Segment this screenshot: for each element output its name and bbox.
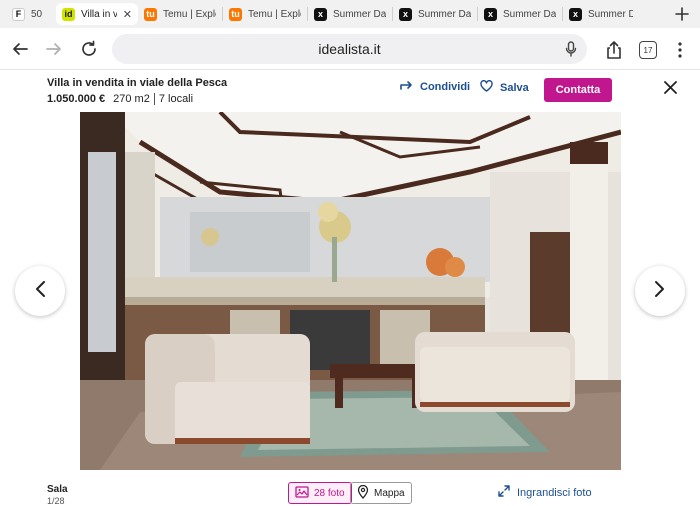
tab-favicon: tu	[144, 7, 157, 21]
tab-label: Summer Day	[333, 8, 386, 20]
photo-caption: Sala	[47, 484, 68, 495]
close-icon[interactable]: ✕	[123, 8, 132, 21]
map-button[interactable]: Mappa	[350, 482, 412, 504]
share-label: Condividi	[420, 80, 471, 93]
tab-label: Temu | Explo	[248, 8, 301, 20]
tab-favicon: x	[569, 7, 582, 21]
tab-favicon: F	[12, 7, 25, 21]
tab-favicon: id	[62, 7, 75, 21]
tab-favicon: x	[484, 7, 497, 21]
browser-toolbar: idealista.it 17	[0, 28, 700, 70]
microphone-icon[interactable]	[565, 41, 577, 60]
living-room-photo	[80, 112, 621, 470]
tab-label: Temu | Explo	[163, 8, 216, 20]
next-photo-button[interactable]	[635, 266, 685, 316]
listing-rooms: 7 locali	[158, 93, 194, 105]
photo-counter: 1/28	[47, 496, 65, 506]
address-bar[interactable]: idealista.it	[112, 34, 587, 64]
contact-button[interactable]: Contatta	[544, 78, 612, 102]
listing-title: Villa in vendita in viale della Pesca	[47, 77, 228, 89]
enlarge-photo-button[interactable]: Ingrandisci foto	[498, 485, 592, 500]
save-button[interactable]: Salva	[480, 80, 529, 95]
browser-tab[interactable]: x Summer Day	[308, 3, 392, 25]
tab-favicon: x	[314, 7, 327, 21]
forward-arrow-icon[interactable]	[38, 33, 70, 65]
browser-tab-active[interactable]: id Villa in v ✕	[56, 3, 138, 25]
image-icon	[295, 485, 309, 501]
meta-divider	[153, 93, 155, 105]
previous-photo-button[interactable]	[15, 266, 65, 316]
browser-tab[interactable]: tu Temu | Explo	[223, 3, 307, 25]
listing-photo[interactable]	[80, 112, 621, 470]
tab-label: 50	[31, 8, 43, 20]
browser-tab[interactable]: x Summer Day	[478, 3, 562, 25]
chevron-right-icon	[654, 280, 666, 303]
browser-tab[interactable]: x Summer Day	[563, 3, 639, 25]
tab-favicon: x	[399, 7, 412, 21]
url-text: idealista.it	[318, 41, 381, 57]
tab-label: Summer Day	[418, 8, 471, 20]
photos-label: 28 foto	[314, 487, 345, 499]
close-icon[interactable]	[664, 81, 677, 99]
map-label: Mappa	[374, 487, 405, 499]
tab-count: 17	[639, 41, 657, 59]
chevron-left-icon	[34, 280, 46, 303]
share-icon[interactable]	[598, 34, 630, 66]
listing-area: 270 m2	[113, 93, 150, 105]
back-arrow-icon[interactable]	[4, 33, 36, 65]
more-menu-icon[interactable]	[664, 34, 696, 66]
heart-icon	[480, 80, 493, 95]
tab-label: Summer Day	[503, 8, 556, 20]
tab-label: Summer Day	[588, 8, 633, 20]
tab-favicon: tu	[229, 7, 242, 21]
browser-tab-bar: F 50 id Villa in v ✕ tu Temu | Explo tu …	[0, 0, 700, 28]
enlarge-label: Ingrandisci foto	[517, 486, 592, 499]
reload-icon[interactable]	[73, 33, 105, 65]
plus-icon[interactable]	[670, 3, 694, 25]
expand-icon	[498, 485, 510, 500]
map-pin-icon	[357, 484, 369, 502]
listing-price: 1.050.000 €	[47, 93, 106, 105]
save-label: Salva	[500, 81, 529, 94]
browser-tab[interactable]: x Summer Day	[393, 3, 477, 25]
browser-tab[interactable]: F 50	[6, 3, 56, 25]
tab-overview-button[interactable]: 17	[632, 34, 664, 66]
share-button[interactable]: Condividi	[400, 80, 470, 93]
photos-button[interactable]: 28 foto	[288, 482, 352, 504]
browser-tab[interactable]: tu Temu | Explo	[138, 3, 222, 25]
tab-label: Villa in v	[81, 8, 117, 20]
share-arrow-icon	[400, 80, 413, 93]
listing-meta: 1.050.000 € 270 m2 7 locali	[47, 93, 193, 105]
